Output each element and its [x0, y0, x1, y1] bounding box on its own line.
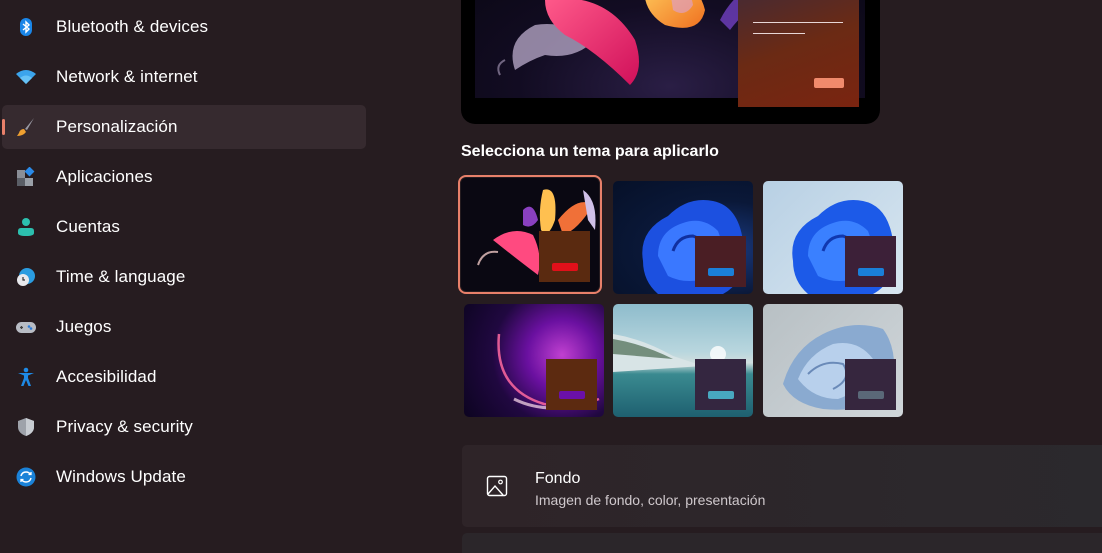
sidebar-item-time-language[interactable]: Time & language	[2, 255, 366, 299]
sidebar-item-label: Juegos	[56, 317, 112, 336]
sidebar-item-privacy-security[interactable]: Privacy & security	[2, 405, 366, 449]
active-indicator	[2, 119, 5, 135]
theme-accent-swatch	[708, 391, 734, 399]
theme-glow[interactable]	[458, 175, 602, 294]
sidebar-item-label: Windows Update	[56, 467, 186, 486]
theme-window-swatch	[845, 236, 896, 287]
theme-accent-swatch	[559, 391, 585, 399]
accessibility-icon	[18, 367, 34, 386]
preview-text-line	[753, 33, 805, 34]
sidebar-item-label: Network & internet	[56, 67, 198, 86]
preview-window	[738, 0, 859, 107]
fondo-subtitle: Imagen de fondo, color, presentación	[535, 492, 766, 508]
image-icon	[486, 475, 508, 497]
theme-accent-swatch	[858, 268, 884, 276]
preview-text-line	[753, 22, 843, 23]
sidebar-item-network[interactable]: Network & internet	[2, 55, 366, 99]
theme-window-swatch	[546, 359, 597, 410]
theme-window-swatch	[845, 359, 896, 410]
sidebar-item-accesibilidad[interactable]: Accesibilidad	[2, 355, 366, 399]
sidebar-item-label: Time & language	[56, 267, 186, 286]
sidebar-item-label: Personalización	[56, 117, 178, 136]
theme-accent-swatch	[708, 268, 734, 276]
sidebar-item-cuentas[interactable]: Cuentas	[2, 205, 366, 249]
theme-flow[interactable]	[763, 304, 903, 417]
theme-accent-swatch	[858, 391, 884, 399]
section-title: Selecciona un tema para aplicarlo	[461, 143, 719, 160]
gamepad-icon	[16, 322, 36, 333]
wifi-icon	[16, 70, 36, 84]
sidebar-item-juegos[interactable]: Juegos	[2, 305, 366, 349]
preview-accent-button	[814, 78, 844, 88]
bluetooth-icon	[20, 18, 32, 36]
sidebar-item-windows-update[interactable]: Windows Update	[2, 455, 366, 499]
person-icon	[18, 218, 34, 236]
sidebar-item-label: Privacy & security	[56, 417, 193, 436]
sidebar-item-label: Aplicaciones	[56, 167, 153, 186]
sidebar-item-label: Bluetooth & devices	[56, 17, 209, 36]
apps-icon	[17, 167, 35, 186]
theme-windows-dark[interactable]	[613, 181, 753, 294]
refresh-icon	[16, 467, 36, 487]
sidebar-nav: Bluetooth & devices Network & internet P…	[0, 0, 370, 542]
fondo-title: Fondo	[535, 470, 581, 487]
sidebar-item-label: Cuentas	[56, 217, 121, 236]
sidebar-item-label: Accesibilidad	[56, 367, 157, 386]
main-content: Selecciona un tema para aplicarlo Fondo …	[455, 0, 1102, 553]
theme-window-swatch	[695, 236, 746, 287]
theme-windows-light[interactable]	[763, 181, 903, 294]
sidebar-item-personalizacion[interactable]: Personalización	[2, 105, 366, 149]
theme-accent-swatch	[552, 263, 578, 271]
theme-captured-motion[interactable]	[464, 304, 604, 417]
next-setting-card[interactable]	[462, 533, 1102, 553]
paintbrush-icon	[17, 118, 34, 136]
sidebar-item-aplicaciones[interactable]: Aplicaciones	[2, 155, 366, 199]
theme-window-swatch	[695, 359, 746, 410]
theme-preview	[461, 0, 880, 124]
globe-clock-icon	[17, 268, 35, 286]
theme-sunrise[interactable]	[613, 304, 753, 417]
shield-icon	[18, 418, 34, 436]
sidebar-item-bluetooth[interactable]: Bluetooth & devices	[2, 5, 366, 49]
theme-window-swatch	[539, 231, 590, 282]
fondo-setting-card[interactable]: Fondo Imagen de fondo, color, presentaci…	[462, 445, 1102, 527]
